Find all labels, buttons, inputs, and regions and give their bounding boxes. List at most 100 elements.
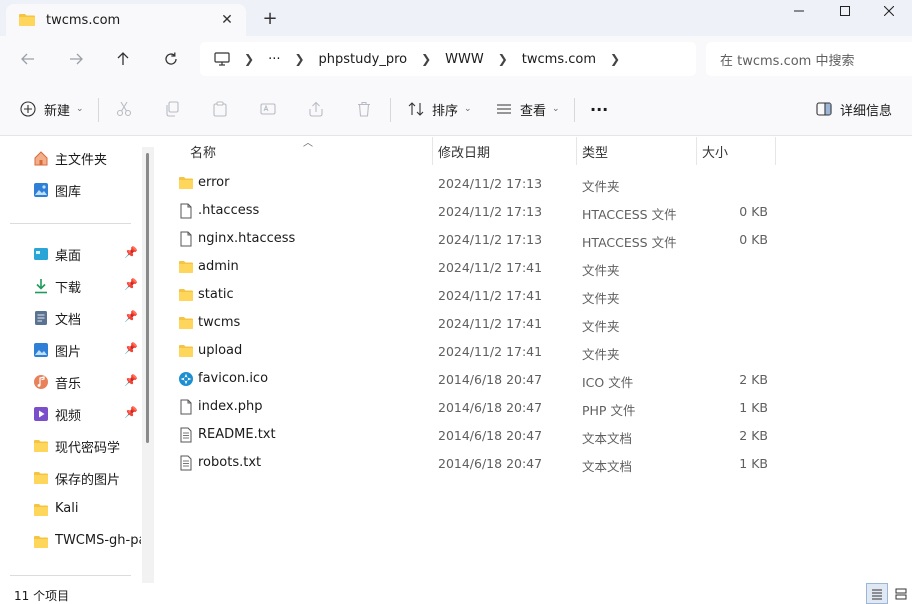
file-modified-date: 2024/11/2 17:13 <box>438 232 543 247</box>
column-header-modified[interactable]: 修改日期 <box>438 137 490 165</box>
sidebar-item-label: 保存的图片 <box>55 473 121 488</box>
column-divider[interactable] <box>696 137 697 165</box>
sidebar-item-desktop[interactable]: 桌面 📌 <box>0 239 146 269</box>
file-modified-date: 2014/6/18 20:47 <box>438 400 543 415</box>
chevron-down-icon: ⌄ <box>76 104 84 114</box>
sidebar-item-home[interactable]: 主文件夹 <box>0 143 146 173</box>
file-list: ︿ 名称 修改日期 类型 大小 error 2024/11/2 17:13 文件夹.… <box>156 137 912 583</box>
sort-button[interactable]: 排序 ⌄ <box>408 94 472 124</box>
sidebar-item-music[interactable]: 音乐 📌 <box>0 367 146 397</box>
file-type: 文本文档 <box>582 431 633 446</box>
forward-button[interactable] <box>60 44 92 74</box>
up-button[interactable] <box>107 44 139 74</box>
more-options-button[interactable]: ··· <box>590 94 608 124</box>
file-name: upload <box>198 343 243 358</box>
column-divider[interactable] <box>432 137 433 165</box>
file-row[interactable]: README.txt 2014/6/18 20:47 文本文档 2 KB <box>156 421 912 449</box>
file-name: .htaccess <box>198 203 260 218</box>
pin-icon[interactable]: 📌 <box>124 310 138 323</box>
sidebar-item-folder[interactable]: 现代密码学 <box>0 431 146 461</box>
sidebar-item-documents[interactable]: 文档 📌 <box>0 303 146 333</box>
tab-close-icon[interactable]: ✕ <box>216 9 238 31</box>
sidebar-item-folder[interactable]: TWCMS-gh-pa <box>0 527 146 557</box>
file-row[interactable]: nginx.htaccess 2024/11/2 17:13 HTACCESS 文件… <box>156 225 912 253</box>
file-modified-date: 2024/11/2 17:13 <box>438 176 543 191</box>
details-view-button[interactable] <box>866 583 888 604</box>
sidebar-scrollbar[interactable] <box>142 147 154 583</box>
pin-icon[interactable]: 📌 <box>124 278 138 291</box>
ico-file-icon <box>179 372 193 386</box>
file-name: nginx.htaccess <box>198 231 296 246</box>
cut-button[interactable] <box>116 94 132 124</box>
minimize-button[interactable] <box>776 0 822 22</box>
file-row[interactable]: .htaccess 2024/11/2 17:13 HTACCESS 文件 0 KB <box>156 197 912 225</box>
details-pane-button[interactable]: 详细信息 <box>816 94 892 124</box>
rename-button[interactable] <box>260 94 276 124</box>
file-row[interactable]: index.php 2014/6/18 20:47 PHP 文件 1 KB <box>156 393 912 421</box>
folder-icon <box>179 345 193 357</box>
sort-icon <box>408 102 424 116</box>
sort-label: 排序 <box>432 103 459 119</box>
details-label: 详细信息 <box>840 103 893 119</box>
file-name: static <box>198 287 234 302</box>
scrollbar-thumb[interactable] <box>146 153 149 443</box>
column-divider[interactable] <box>576 137 577 165</box>
item-count: 11 个项目 <box>14 589 70 603</box>
pin-icon[interactable]: 📌 <box>124 342 138 355</box>
address-bar[interactable]: ❯ ··· ❯ phpstudy_pro ❯ WWW ❯ twcms.com ❯ <box>200 42 696 76</box>
file-row[interactable]: error 2024/11/2 17:13 文件夹 <box>156 169 912 197</box>
pin-icon[interactable]: 📌 <box>124 246 138 259</box>
column-header-size[interactable]: 大小 <box>702 137 728 165</box>
column-header-name[interactable]: 名称 <box>190 137 216 165</box>
file-type: PHP 文件 <box>582 403 636 418</box>
new-tab-button[interactable]: + <box>258 7 282 29</box>
breadcrumb-more[interactable]: ··· <box>268 52 280 67</box>
breadcrumb-phpstudy-pro[interactable]: phpstudy_pro <box>319 52 408 67</box>
maximize-button[interactable] <box>822 0 868 22</box>
pin-icon[interactable]: 📌 <box>124 406 138 419</box>
file-row[interactable]: favicon.ico 2014/6/18 20:47 ICO 文件 2 KB <box>156 365 912 393</box>
paste-button[interactable] <box>212 94 228 124</box>
folder-icon <box>34 472 48 484</box>
new-button[interactable]: 新建 ⌄ <box>20 94 84 124</box>
share-button[interactable] <box>308 94 324 124</box>
scissors-icon <box>116 101 132 117</box>
file-row[interactable]: upload 2024/11/2 17:41 文件夹 <box>156 337 912 365</box>
file-type: ICO 文件 <box>582 375 634 390</box>
copy-button[interactable] <box>164 94 180 124</box>
breadcrumb-twcms[interactable]: twcms.com <box>522 52 596 67</box>
sidebar-item-downloads[interactable]: 下载 📌 <box>0 271 146 301</box>
file-modified-date: 2024/11/2 17:41 <box>438 344 543 359</box>
file-name: error <box>198 175 230 190</box>
command-bar: 新建 ⌄ 排序 ⌄ 查看 ⌄ ··· 详细信息 <box>0 82 912 136</box>
file-type: 文件夹 <box>582 179 620 194</box>
sidebar-item-folder[interactable]: Kali <box>0 495 146 525</box>
column-divider[interactable] <box>775 137 776 165</box>
file-row[interactable]: admin 2024/11/2 17:41 文件夹 <box>156 253 912 281</box>
sidebar-item-label: 图库 <box>55 185 82 200</box>
clipboard-icon <box>213 101 227 117</box>
home-icon <box>34 151 48 166</box>
sidebar-item-gallery[interactable]: 图库 <box>0 175 146 205</box>
tiles-view-button[interactable] <box>890 583 912 604</box>
tab-twcms[interactable]: twcms.com ✕ <box>6 4 246 36</box>
back-button[interactable] <box>12 44 44 74</box>
view-button[interactable]: 查看 ⌄ <box>496 94 560 124</box>
column-header-type[interactable]: 类型 <box>582 137 608 165</box>
video-icon <box>34 407 48 421</box>
file-row[interactable]: static 2024/11/2 17:41 文件夹 <box>156 281 912 309</box>
sidebar-item-folder[interactable]: 保存的图片 <box>0 463 146 493</box>
breadcrumb-www[interactable]: WWW <box>445 52 484 67</box>
file-row[interactable]: twcms 2024/11/2 17:41 文件夹 <box>156 309 912 337</box>
close-button[interactable] <box>866 0 912 22</box>
sidebar-item-pictures[interactable]: 图片 📌 <box>0 335 146 365</box>
refresh-button[interactable] <box>155 44 187 74</box>
music-icon <box>34 375 48 389</box>
delete-button[interactable] <box>356 94 372 124</box>
pin-icon[interactable]: 📌 <box>124 374 138 387</box>
file-modified-date: 2024/11/2 17:41 <box>438 288 543 303</box>
refresh-icon <box>165 52 177 65</box>
sidebar-item-videos[interactable]: 视频 📌 <box>0 399 146 429</box>
search-input[interactable]: 在 twcms.com 中搜索 <box>706 42 912 76</box>
file-row[interactable]: robots.txt 2014/6/18 20:47 文本文档 1 KB <box>156 449 912 477</box>
